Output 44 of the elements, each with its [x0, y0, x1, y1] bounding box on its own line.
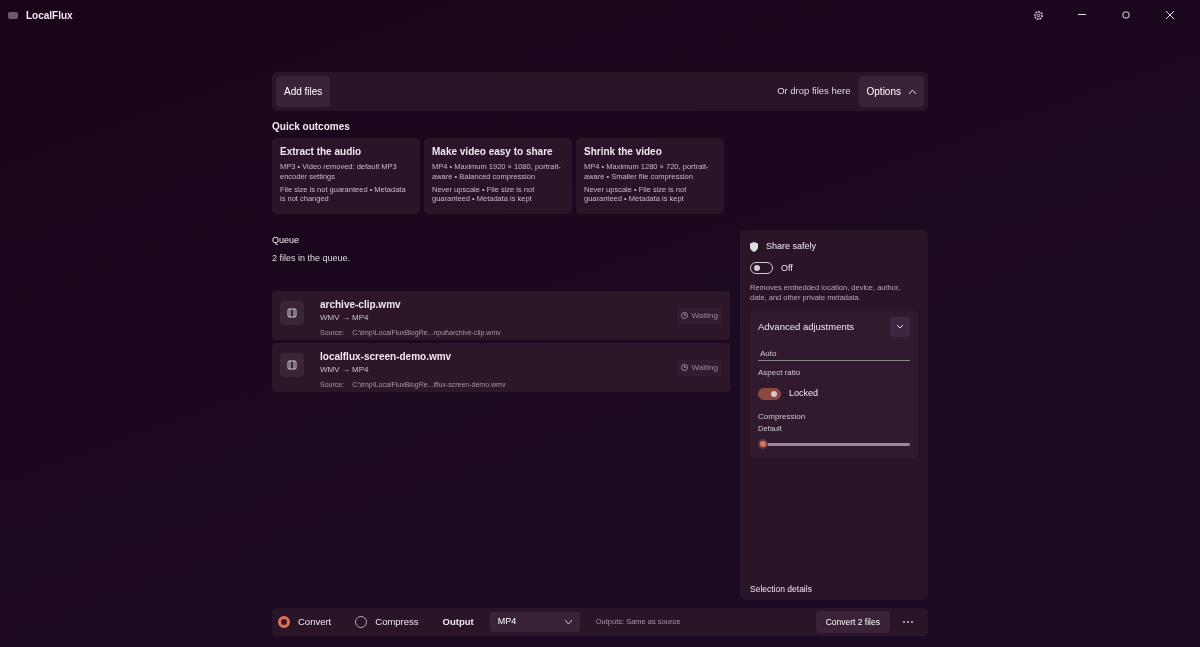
size-field[interactable]: Auto [758, 348, 910, 361]
toggle-state: Locked [789, 387, 819, 401]
slider-thumb[interactable] [758, 439, 768, 449]
conversion-text: WMV → MP4 [320, 312, 370, 324]
status-badge: Waiting [676, 307, 722, 324]
convert-button[interactable]: Convert 2 files [815, 610, 890, 634]
add-files-button[interactable]: Add files [276, 76, 331, 107]
caret-icon [909, 90, 916, 95]
card-title: Extract the audio [280, 146, 363, 158]
conversion-text: WMV → MP4 [320, 364, 370, 376]
output-dropdown[interactable]: MP4 [489, 612, 580, 632]
restore-icon [1122, 11, 1130, 19]
mode-radio[interactable]: Convert [278, 614, 332, 630]
chevron-icon [564, 620, 572, 624]
film-icon [280, 353, 304, 377]
shield-icon [750, 241, 758, 252]
compression-slider[interactable] [758, 438, 910, 450]
advanced-title: Advanced adjustments [758, 320, 855, 335]
mode-radio[interactable]: Compress [355, 614, 419, 630]
output-label: Output [442, 614, 474, 629]
field-label: Compression [758, 410, 807, 423]
section-title: Selection details [750, 583, 813, 596]
field-label: Aspect ratio [758, 367, 802, 380]
toggle-state: Off [781, 261, 793, 275]
aspect-ratio-toggle[interactable] [758, 388, 781, 400]
file-name: archive-clip.wmv [320, 298, 402, 312]
gear-icon [1032, 9, 1044, 21]
file-name: localflux-screen-demo.wmv [320, 350, 453, 364]
minimize-icon [1078, 14, 1086, 16]
panel-title: Share safely [766, 240, 817, 253]
card-title: Shrink the video [584, 146, 663, 158]
app-logo-icon [8, 11, 18, 19]
status-badge: Waiting [676, 359, 722, 376]
close-icon [1166, 11, 1174, 19]
options-button[interactable]: Options [858, 76, 924, 107]
chevron-icon [897, 325, 903, 330]
queue-summary: 2 files in the queue. [272, 251, 352, 265]
card-title: Make video easy to share [432, 146, 554, 158]
film-icon [280, 301, 304, 325]
section-title: Quick outcomes [272, 120, 351, 134]
drop-hint: Or drop files here [777, 84, 851, 99]
window-title: LocalFlux [26, 8, 73, 23]
section-title: Queue [272, 234, 301, 247]
more-button[interactable]: ⋯ [894, 608, 922, 636]
